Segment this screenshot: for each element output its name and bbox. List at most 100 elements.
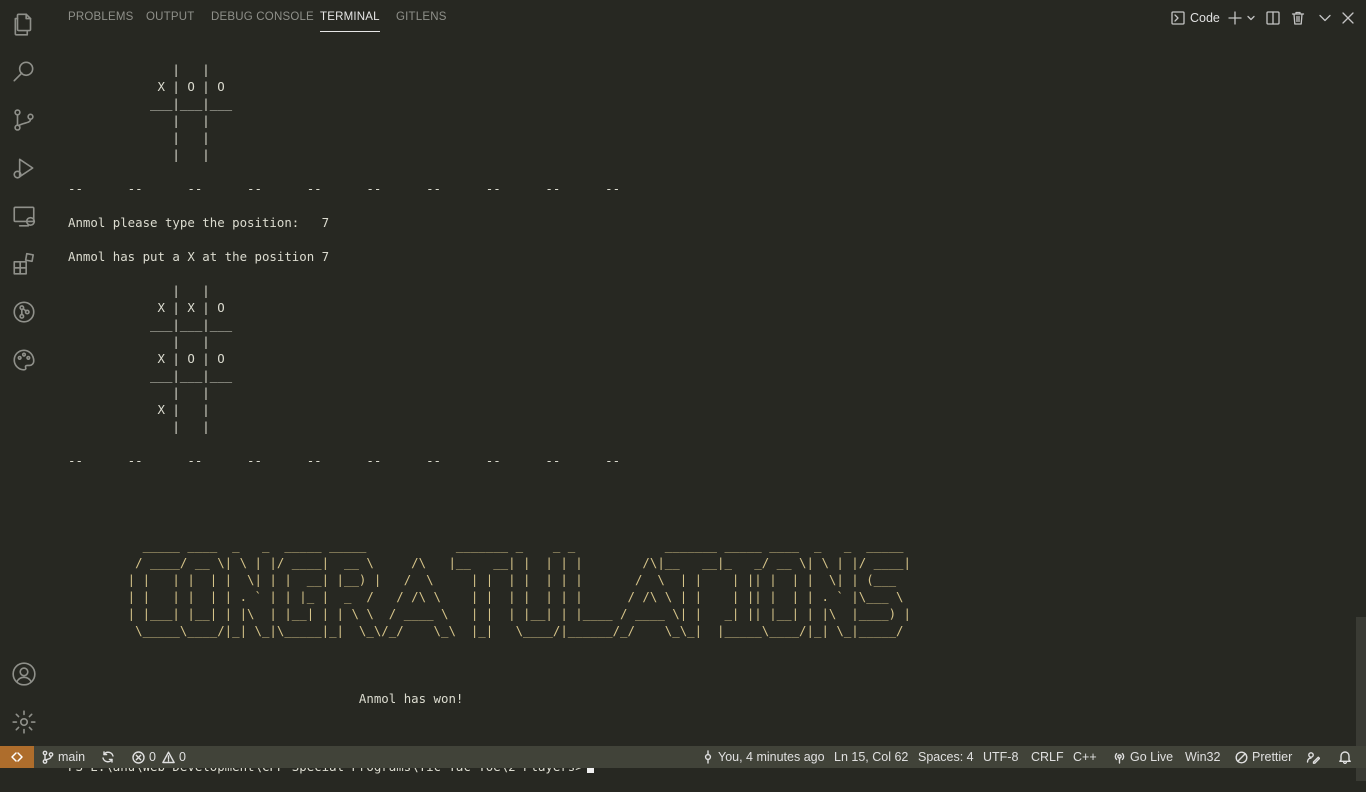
- git-branch-icon: [42, 750, 54, 764]
- kill-terminal-button[interactable]: [1291, 9, 1305, 27]
- remote-icon: [11, 752, 23, 762]
- board-row: X | |: [68, 402, 210, 417]
- source-control-icon[interactable]: [0, 96, 48, 144]
- notifications-button[interactable]: [1338, 746, 1352, 768]
- prettier-disabled-icon: [1235, 750, 1248, 764]
- position-prompt: Anmol please type the position: 7: [68, 215, 330, 230]
- maximize-panel-button[interactable]: [1318, 9, 1332, 27]
- tab-terminal[interactable]: TERMINAL: [320, 11, 380, 32]
- terminal-output[interactable]: | | X | O | O ___|___|___ | | | | | | -- …: [68, 44, 1338, 774]
- plus-icon: [1228, 11, 1242, 25]
- board-row: X | X | O: [68, 300, 225, 315]
- git-blame-status[interactable]: You, 4 minutes ago: [702, 746, 825, 768]
- terminal-shell-selector[interactable]: Code: [1171, 9, 1220, 27]
- close-icon: [1342, 12, 1354, 24]
- board-row: | |: [68, 385, 210, 400]
- eol-text: CRLF: [1031, 750, 1064, 764]
- board-row: | |: [68, 334, 210, 349]
- explorer-icon[interactable]: [0, 0, 48, 48]
- manage-gear-icon[interactable]: [0, 698, 48, 746]
- search-icon[interactable]: [0, 48, 48, 96]
- board-row: ___|___|___: [68, 96, 233, 111]
- status-bar: main 0 0 You, 4 minutes ago Ln 15, Col 6…: [0, 746, 1366, 768]
- terminal-scrollbar[interactable]: [1356, 35, 1366, 781]
- chevron-down-icon: [1319, 14, 1331, 22]
- encoding-status[interactable]: UTF-8: [983, 746, 1018, 768]
- panel-header: PROBLEMS OUTPUT DEBUG CONSOLE TERMINAL G…: [48, 0, 1366, 35]
- problems-status[interactable]: 0 0: [132, 746, 186, 768]
- prettier-status[interactable]: Prettier: [1235, 746, 1292, 768]
- extensions-icon[interactable]: [0, 240, 48, 288]
- platform-status[interactable]: Win32: [1185, 746, 1220, 768]
- cursor-position[interactable]: Ln 15, Col 62: [834, 746, 908, 768]
- warning-icon: [162, 751, 175, 763]
- branch-name: main: [58, 750, 86, 764]
- tab-debug-console[interactable]: DEBUG CONSOLE: [211, 11, 314, 23]
- congratulations-art-line: | | | | | | . ` | | |_ | _ / / /\ \ | | …: [68, 589, 911, 604]
- sync-icon: [102, 751, 114, 763]
- congratulations-art-line: | | | | | | \| | | __| |__) | / \ | | | …: [68, 572, 911, 587]
- prettier-text: Prettier: [1252, 750, 1293, 764]
- congratulations-art-line: _____ ____ _ _ _____ _____ _______ _ _ _…: [68, 538, 911, 553]
- eol-status[interactable]: CRLF: [1031, 746, 1064, 768]
- go-live-text: Go Live: [1130, 750, 1174, 764]
- feedback-icon: [1306, 752, 1320, 764]
- move-message: Anmol has put a X at the position 7: [68, 249, 330, 264]
- board-row: ___|___|___: [68, 317, 233, 332]
- split-terminal-button[interactable]: [1266, 9, 1280, 27]
- blame-text: You, 4 minutes ago: [718, 750, 825, 764]
- error-icon: [132, 750, 145, 764]
- accounts-icon[interactable]: [0, 650, 48, 698]
- bell-icon: [1339, 751, 1351, 764]
- tab-output[interactable]: OUTPUT: [146, 11, 194, 23]
- shell-label: Code: [1190, 11, 1220, 25]
- board-row: ___|___|___: [68, 368, 233, 383]
- indentation-status[interactable]: Spaces: 4: [918, 746, 974, 768]
- board-row: X | O | O: [68, 351, 225, 366]
- go-live-button[interactable]: Go Live: [1113, 746, 1173, 768]
- run-debug-icon[interactable]: [0, 144, 48, 192]
- congratulations-art-line: | |___| |__| | |\ | |__| | | \ \ / ____ …: [68, 606, 911, 621]
- git-commit-icon: [704, 750, 712, 764]
- board-row: X | O | O: [68, 79, 225, 94]
- congratulations-art-line: \_____\____/|_| \_|\_____|_| \_\/_/ \_\ …: [68, 623, 911, 638]
- board-row: | |: [68, 419, 210, 434]
- board-row: | |: [68, 113, 210, 128]
- feedback-button[interactable]: [1306, 746, 1320, 768]
- trash-icon: [1291, 11, 1305, 25]
- language-mode[interactable]: C++: [1073, 746, 1097, 768]
- language-text: C++: [1073, 750, 1097, 764]
- broadcast-icon: [1114, 752, 1125, 764]
- encoding-text: UTF-8: [983, 750, 1019, 764]
- chevron-down-icon: [1247, 15, 1255, 21]
- close-panel-button[interactable]: [1341, 9, 1355, 27]
- remote-indicator[interactable]: [0, 746, 34, 768]
- board-row: | |: [68, 62, 210, 77]
- sync-button[interactable]: [101, 746, 115, 768]
- error-count: 0: [149, 750, 156, 764]
- branch-status[interactable]: main: [42, 746, 85, 768]
- remote-explorer-icon[interactable]: [0, 192, 48, 240]
- tab-problems[interactable]: PROBLEMS: [68, 11, 134, 23]
- new-terminal-button[interactable]: [1228, 9, 1256, 27]
- spaces-text: Spaces: 4: [918, 750, 974, 764]
- tab-gitlens[interactable]: GITLENS: [396, 11, 447, 23]
- congratulations-art-line: / ____/ __ \| \ | |/ ____| __ \ /\ |__ _…: [68, 555, 911, 570]
- theme-palette-icon[interactable]: [0, 336, 48, 384]
- separator-line: -- -- -- -- -- -- -- -- -- --: [68, 453, 621, 468]
- board-row: | |: [68, 283, 210, 298]
- winner-message: Anmol has won!: [68, 691, 464, 706]
- terminal-icon: [1171, 11, 1185, 25]
- gitlens-icon[interactable]: [0, 288, 48, 336]
